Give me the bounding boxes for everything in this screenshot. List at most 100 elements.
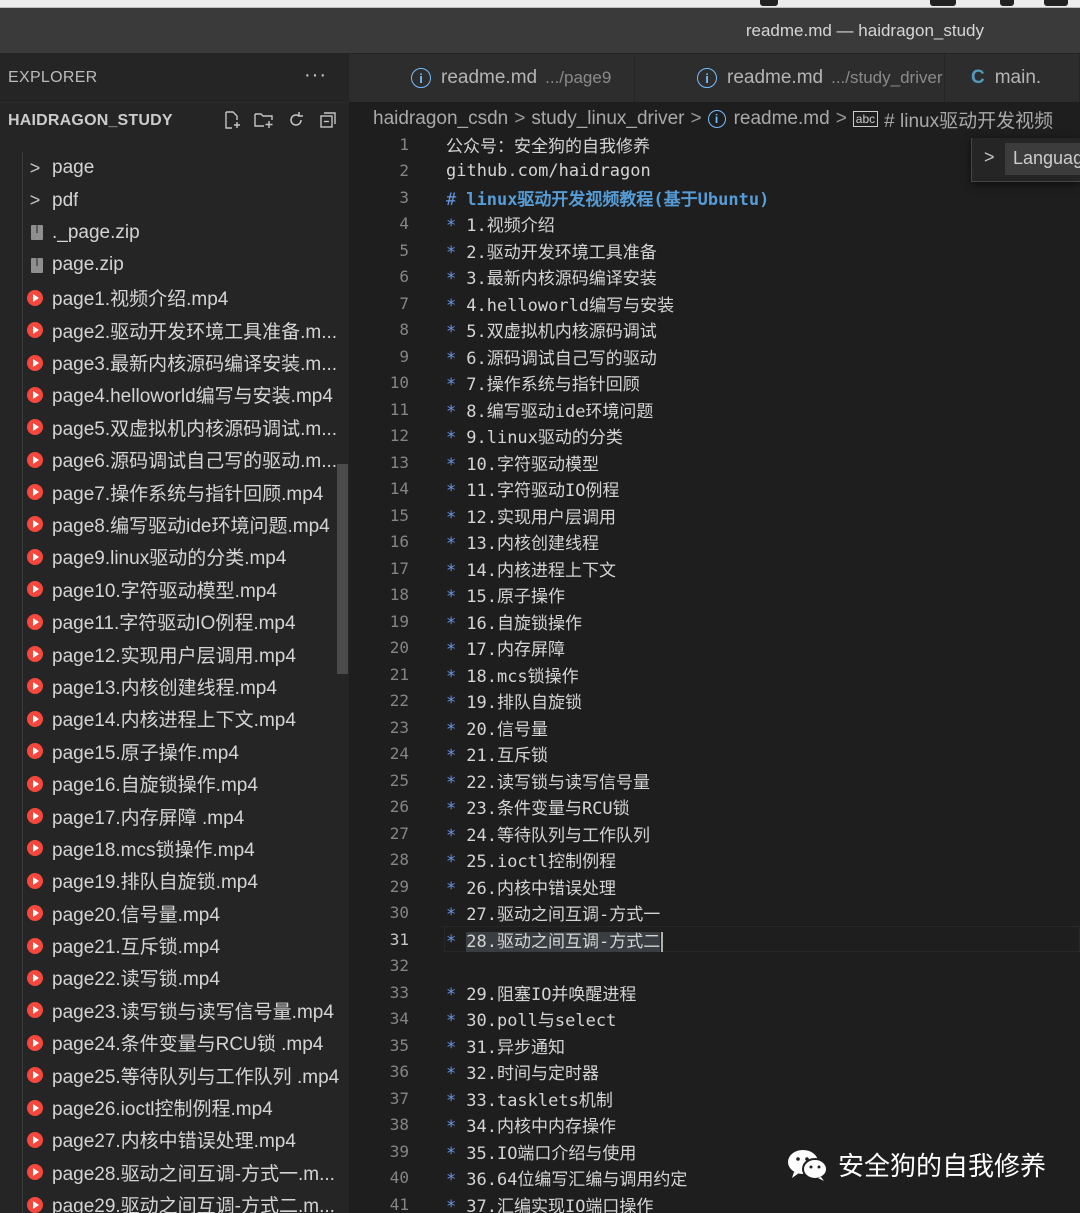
code-line[interactable]: 27 * 24.等待队列与工作队列	[349, 820, 1080, 847]
tree-file[interactable]: page8.编写驱动ide环境问题.mp4	[0, 508, 349, 540]
refresh-icon[interactable]	[283, 107, 309, 133]
tab-readme-page9[interactable]: i readme.md .../page9	[349, 54, 635, 102]
tree-file[interactable]: page19.排队自旋锁.mp4	[0, 865, 349, 897]
project-header[interactable]: HAIDRAGON_STUDY	[0, 102, 349, 138]
code-line[interactable]: 41 * 37.汇编实现IO端口操作	[349, 1191, 1080, 1213]
code-line[interactable]: 13 * 10.字符驱动模型	[349, 449, 1080, 476]
language-widget[interactable]: > Languag	[971, 138, 1080, 182]
tree-file[interactable]: page26.ioctl控制例程.mp4	[0, 1091, 349, 1123]
breadcrumb-item[interactable]: study_linux_driver	[531, 108, 684, 130]
code-line[interactable]: 11 * 8.编写驱动ide环境问题	[349, 396, 1080, 423]
line-number: 30	[389, 903, 409, 923]
code-line[interactable]: 38 * 34.内核中内存操作	[349, 1112, 1080, 1139]
tree-file[interactable]: page18.mcs锁操作.mp4	[0, 832, 349, 864]
code-line[interactable]: 28 * 25.ioctl控制例程	[349, 847, 1080, 874]
tree-file[interactable]: page16.自旋锁操作.mp4	[0, 767, 349, 799]
code-line[interactable]: 3 # linux驱动开发视频教程(基于Ubuntu)	[349, 184, 1080, 211]
code-line[interactable]: 36 * 32.时间与定时器	[349, 1059, 1080, 1086]
tree-file[interactable]: page1.视频介绍.mp4	[0, 282, 349, 314]
sidebar-scrollbar[interactable]	[337, 464, 348, 674]
code-line[interactable]: 22 * 19.排队自旋锁	[349, 688, 1080, 715]
line-content: * 37.汇编实现IO端口操作	[446, 1192, 653, 1213]
line-text: 23.条件变量与RCU锁	[466, 799, 630, 820]
code-line[interactable]: 19 * 16.自旋锁操作	[349, 608, 1080, 635]
code-line[interactable]: 29 * 26.内核中错误处理	[349, 873, 1080, 900]
breadcrumb-symbol[interactable]: # linux驱动开发视频	[884, 106, 1053, 133]
code-line[interactable]: 4 * 1.视频介绍	[349, 211, 1080, 238]
code-line[interactable]: 12 * 9.linux驱动的分类	[349, 423, 1080, 450]
tree-file[interactable]: page5.双虚拟机内核源码调试.m...	[0, 411, 349, 443]
line-number: 21	[389, 664, 409, 684]
code-line[interactable]: 32	[349, 953, 1080, 980]
tree-file[interactable]: page12.实现用户层调用.mp4	[0, 638, 349, 670]
tree-file[interactable]: page24.条件变量与RCU锁 .mp4	[0, 1027, 349, 1059]
tree-file[interactable]: page28.驱动之间互调-方式一.m...	[0, 1156, 349, 1188]
tree-file[interactable]: page27.内核中错误处理.mp4	[0, 1124, 349, 1156]
new-folder-icon[interactable]	[251, 107, 277, 133]
code-line[interactable]: 30 * 27.驱动之间互调-方式一	[349, 900, 1080, 927]
code-line[interactable]: 5 * 2.驱动开发环境工具准备	[349, 237, 1080, 264]
chevron-right-icon: >	[29, 190, 41, 211]
more-actions-icon[interactable]: ···	[304, 64, 327, 87]
tree-file[interactable]: page25.等待队列与工作队列 .mp4	[0, 1059, 349, 1091]
editor-tabs: i readme.md .../page9 i readme.md .../st…	[349, 54, 1080, 102]
code-line[interactable]: 33 * 29.阻塞IO并唤醒进程	[349, 979, 1080, 1006]
tree-file[interactable]: page10.字符驱动模型.mp4	[0, 573, 349, 605]
collapse-all-icon[interactable]	[315, 107, 341, 133]
tree-file[interactable]: page9.linux驱动的分类.mp4	[0, 541, 349, 573]
breadcrumb-item[interactable]: readme.md	[734, 108, 830, 130]
tree-file[interactable]: page15.原子操作.mp4	[0, 735, 349, 767]
new-file-icon[interactable]	[219, 107, 245, 133]
language-input[interactable]: Languag	[1005, 143, 1080, 175]
tree-folder[interactable]: > pdf	[0, 184, 349, 216]
tree-file[interactable]: page21.互斥锁.mp4	[0, 929, 349, 961]
tree-file[interactable]: page3.最新内核源码编译安装.m...	[0, 346, 349, 378]
code-line[interactable]: 15 * 12.实现用户层调用	[349, 502, 1080, 529]
code-line[interactable]: 6 * 3.最新内核源码编译安装	[349, 264, 1080, 291]
line-content: * 3.最新内核源码编译安装	[446, 264, 657, 289]
tree-file[interactable]: ._page.zip	[0, 217, 349, 249]
tree-file[interactable]: page29.驱动之间互调-方式二.m...	[0, 1189, 349, 1213]
chevron-right-icon[interactable]: >	[984, 147, 995, 168]
code-line[interactable]: 17 * 14.内核进程上下文	[349, 555, 1080, 582]
code-line[interactable]: 7 * 4.helloworld编写与安装	[349, 290, 1080, 317]
code-line[interactable]: 31 * 28.驱动之间互调-方式二	[349, 926, 1080, 953]
breadcrumb-item[interactable]: haidragon_csdn	[373, 108, 508, 130]
editor-area[interactable]: 1 公众号：安全狗的自我修养 2 github.com/haidragon 3 # linu…	[349, 136, 1080, 1213]
tree-file[interactable]: page11.字符驱动IO例程.mp4	[0, 605, 349, 637]
line-content: * 17.内存屏障	[446, 635, 565, 660]
code-line[interactable]: 23 * 20.信号量	[349, 714, 1080, 741]
code-line[interactable]: 9 * 6.源码调试自己写的驱动	[349, 343, 1080, 370]
tree-file[interactable]: page2.驱动开发环境工具准备.m...	[0, 314, 349, 346]
code-line[interactable]: 21 * 18.mcs锁操作	[349, 661, 1080, 688]
tab-main-c[interactable]: C main.	[945, 54, 1080, 102]
tree-file[interactable]: page23.读写锁与读写信号量.mp4	[0, 994, 349, 1026]
tree-file[interactable]: page17.内存屏障 .mp4	[0, 800, 349, 832]
tree-file[interactable]: page13.内核创建线程.mp4	[0, 670, 349, 702]
code-line[interactable]: 24 * 21.互斥锁	[349, 741, 1080, 768]
video-file-icon	[18, 516, 52, 533]
code-line[interactable]: 26 * 23.条件变量与RCU锁	[349, 794, 1080, 821]
tree-file[interactable]: page14.内核进程上下文.mp4	[0, 703, 349, 735]
tree-file[interactable]: page22.读写锁.mp4	[0, 962, 349, 994]
tab-readme-study-driver[interactable]: i readme.md .../study_driver	[635, 54, 945, 102]
tree-folder[interactable]: > page	[0, 152, 349, 184]
code-line[interactable]: 35 * 31.异步通知	[349, 1032, 1080, 1059]
code-line[interactable]: 14 * 11.字符驱动IO例程	[349, 476, 1080, 503]
tree-file[interactable]: page.zip	[0, 249, 349, 281]
tree-file[interactable]: page4.helloworld编写与安装.mp4	[0, 379, 349, 411]
list-bullet: *	[446, 984, 457, 1005]
code-line[interactable]: 10 * 7.操作系统与指针回顾	[349, 370, 1080, 397]
tree-file[interactable]: page6.源码调试自己写的驱动.m...	[0, 444, 349, 476]
code-line[interactable]: 16 * 13.内核创建线程	[349, 529, 1080, 556]
code-line[interactable]: 18 * 15.原子操作	[349, 582, 1080, 609]
code-line[interactable]: 34 * 30.poll与select	[349, 1006, 1080, 1033]
tree-file[interactable]: page7.操作系统与指针回顾.mp4	[0, 476, 349, 508]
line-number: 24	[389, 744, 409, 764]
list-bullet: *	[446, 401, 457, 422]
code-line[interactable]: 37 * 33.tasklets机制	[349, 1085, 1080, 1112]
tree-file[interactable]: page20.信号量.mp4	[0, 897, 349, 929]
code-line[interactable]: 8 * 5.双虚拟机内核源码调试	[349, 317, 1080, 344]
code-line[interactable]: 20 * 17.内存屏障	[349, 635, 1080, 662]
code-line[interactable]: 25 * 22.读写锁与读写信号量	[349, 767, 1080, 794]
